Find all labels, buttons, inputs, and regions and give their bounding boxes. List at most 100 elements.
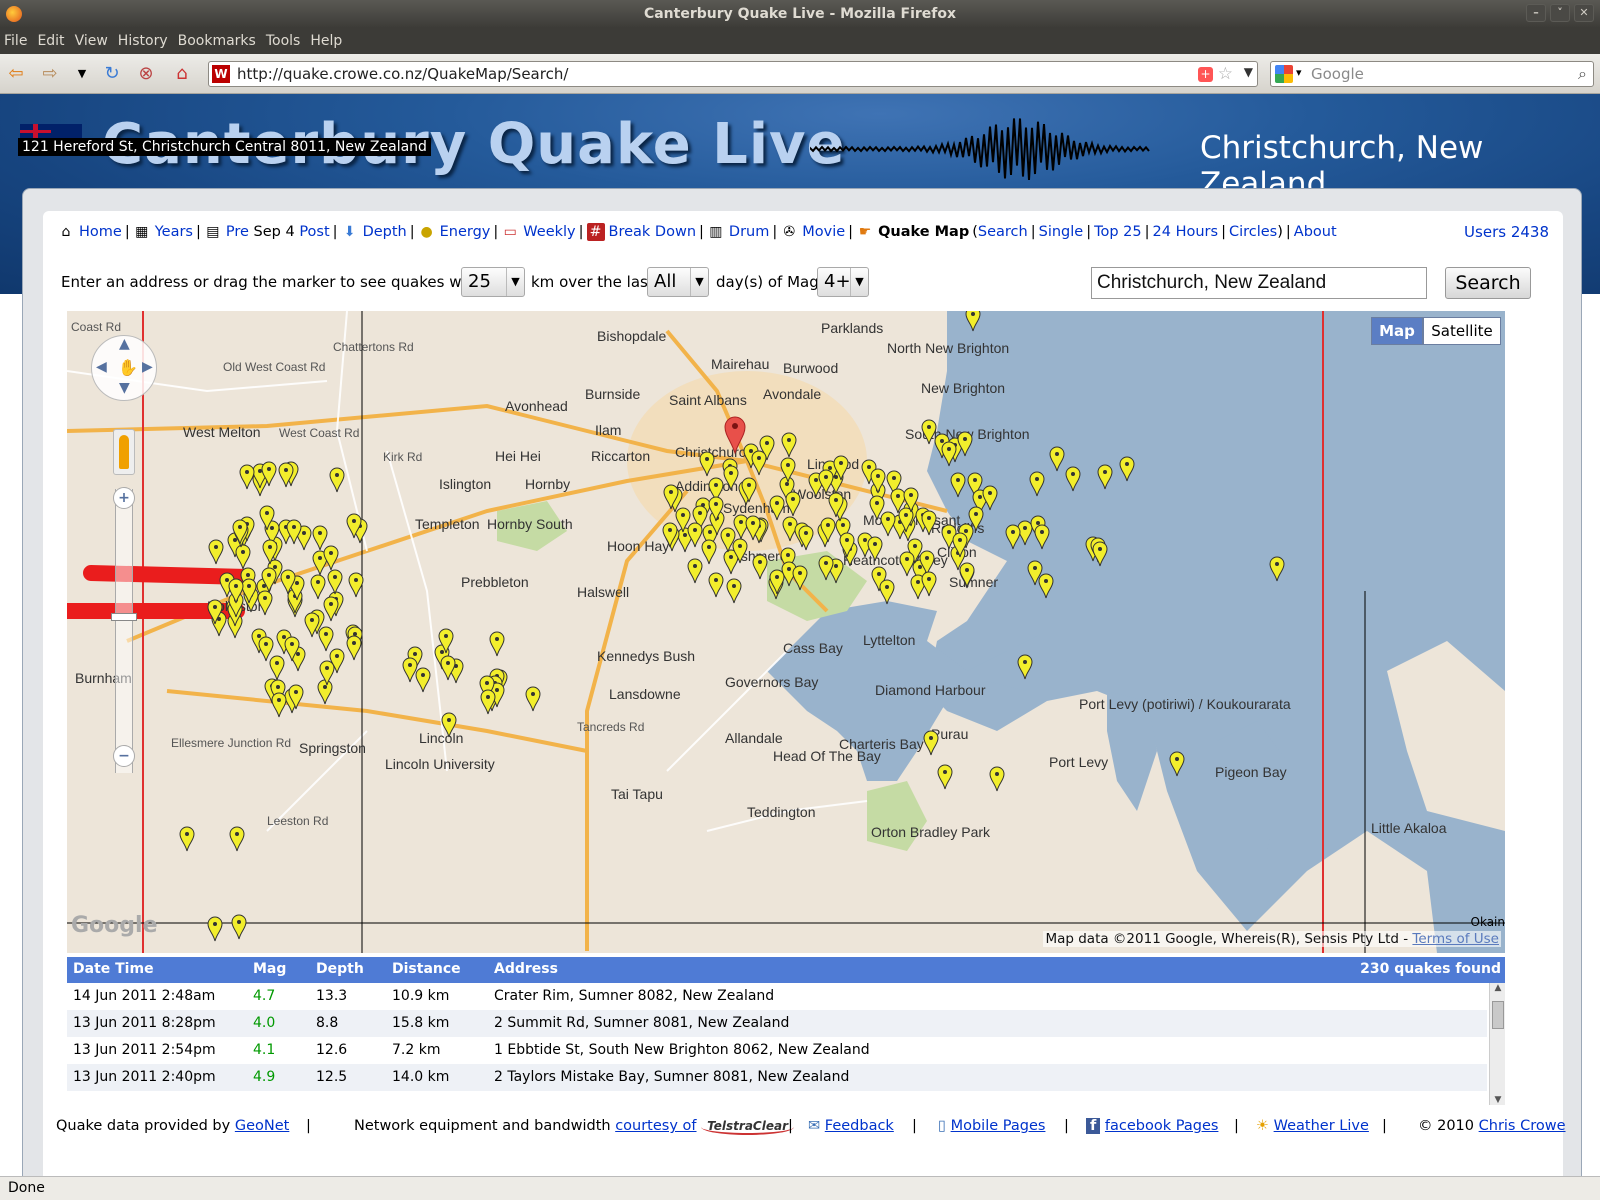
quake-marker[interactable]: [207, 916, 223, 942]
quake-marker[interactable]: [231, 914, 247, 940]
menu-bookmarks[interactable]: Bookmarks: [178, 33, 256, 49]
author-link[interactable]: Chris Crowe: [1479, 1118, 1566, 1134]
col-address[interactable]: Address: [494, 961, 558, 977]
zoom-slider-track[interactable]: [115, 489, 133, 773]
quake-marker[interactable]: [271, 692, 287, 718]
nav-breakdown[interactable]: Break Down: [609, 224, 697, 240]
scroll-thumb[interactable]: [1492, 1001, 1504, 1029]
quake-marker[interactable]: [329, 467, 345, 493]
table-row[interactable]: 14 Jun 2011 2:48am 4.7 13.3 10.9 km Crat…: [67, 983, 1487, 1010]
nav-pre[interactable]: Pre: [226, 224, 249, 240]
weather-live-link[interactable]: Weather Live: [1274, 1118, 1369, 1134]
quake-marker[interactable]: [880, 511, 896, 537]
quake-marker[interactable]: [923, 730, 939, 756]
nav-24hours[interactable]: 24 Hours: [1153, 224, 1219, 240]
col-mag[interactable]: Mag: [253, 961, 286, 977]
forward-icon[interactable]: ⇨: [38, 62, 62, 86]
quake-marker[interactable]: [348, 572, 364, 598]
terms-of-use-link[interactable]: Terms of Use: [1412, 931, 1499, 947]
quake-marker[interactable]: [229, 826, 245, 852]
minimize-button[interactable]: –: [1526, 4, 1546, 22]
nav-depth[interactable]: Depth: [363, 224, 407, 240]
quake-marker[interactable]: [798, 525, 814, 551]
menu-help[interactable]: Help: [310, 33, 342, 49]
quake-marker[interactable]: [346, 635, 362, 661]
search-icon[interactable]: ⌕: [1578, 64, 1587, 84]
quake-marker[interactable]: [489, 631, 505, 657]
stop-icon[interactable]: ⊗: [134, 62, 158, 86]
quake-marker[interactable]: [286, 519, 302, 545]
nav-movie[interactable]: Movie: [802, 224, 845, 240]
courtesy-link[interactable]: courtesy of: [615, 1118, 696, 1134]
quake-marker[interactable]: [258, 636, 274, 662]
quake-marker[interactable]: [937, 764, 953, 790]
nav-home[interactable]: Home: [79, 224, 122, 240]
quake-marker[interactable]: [317, 679, 333, 705]
home-icon[interactable]: ⌂: [170, 62, 194, 86]
map-canvas[interactable]: Bishopdale ParklandsNorth New Brighton Mai…: [67, 311, 1505, 953]
pan-down-icon[interactable]: ▼: [119, 380, 130, 396]
pan-control[interactable]: ▲ ◀ ▶ ▼ ✋: [91, 335, 157, 401]
quake-marker[interactable]: [310, 574, 326, 600]
col-distance[interactable]: Distance: [392, 961, 461, 977]
url-bar[interactable]: W http://quake.crowe.co.nz/QuakeMap/Sear…: [208, 61, 1258, 87]
quake-marker[interactable]: [179, 826, 195, 852]
mobile-pages-link[interactable]: Mobile Pages: [951, 1118, 1046, 1134]
table-scrollbar[interactable]: ▲ ▼: [1489, 983, 1505, 1105]
quake-map[interactable]: Bishopdale Parklands North New Brighton Mai…: [67, 311, 1505, 953]
engine-dropdown-icon[interactable]: ▾: [1296, 66, 1302, 79]
radius-select[interactable]: 25 ▼: [461, 267, 525, 297]
url-dropdown-icon[interactable]: ▼: [1244, 65, 1253, 79]
nav-drum[interactable]: Drum: [729, 224, 769, 240]
quake-marker[interactable]: [525, 686, 541, 712]
zoom-in-button[interactable]: +: [113, 487, 135, 509]
nav-search[interactable]: Search: [978, 224, 1028, 240]
quake-marker[interactable]: [312, 525, 328, 551]
magnitude-select[interactable]: 4+ ▼: [817, 267, 869, 297]
pan-right-icon[interactable]: ▶: [142, 359, 153, 375]
bookmark-star-icon[interactable]: ☆: [1218, 64, 1233, 84]
pan-left-icon[interactable]: ◀: [96, 359, 107, 375]
quake-marker[interactable]: [239, 464, 255, 490]
menu-tools[interactable]: Tools: [266, 33, 301, 49]
quake-marker[interactable]: [726, 578, 742, 604]
geonet-link[interactable]: GeoNet: [235, 1118, 289, 1134]
reload-icon[interactable]: ↻: [100, 62, 124, 86]
pan-up-icon[interactable]: ▲: [119, 336, 130, 352]
back-icon[interactable]: ⇦: [4, 62, 28, 86]
google-engine-icon[interactable]: [1275, 65, 1293, 83]
scroll-down-icon[interactable]: ▼: [1490, 1095, 1506, 1105]
quake-marker[interactable]: [921, 571, 937, 597]
nav-years[interactable]: Years: [155, 224, 193, 240]
quake-marker[interactable]: [269, 655, 285, 681]
facebook-link[interactable]: facebook Pages: [1105, 1118, 1219, 1134]
close-button[interactable]: ✕: [1574, 4, 1594, 22]
quake-marker[interactable]: [402, 657, 418, 683]
quake-marker[interactable]: [701, 539, 717, 565]
quake-marker[interactable]: [208, 539, 224, 565]
menu-edit[interactable]: Edit: [37, 33, 64, 49]
nav-energy[interactable]: Energy: [440, 224, 491, 240]
quake-marker[interactable]: [235, 544, 251, 570]
nav-top25[interactable]: Top 25: [1094, 224, 1142, 240]
quake-marker[interactable]: [318, 626, 334, 652]
days-select[interactable]: All ▼: [647, 267, 709, 297]
nav-about[interactable]: About: [1294, 224, 1337, 240]
nav-circles[interactable]: Circles: [1229, 224, 1277, 240]
nav-post[interactable]: Post: [299, 224, 329, 240]
col-depth[interactable]: Depth: [316, 961, 364, 977]
quake-marker[interactable]: [480, 689, 496, 715]
quake-marker[interactable]: [752, 554, 768, 580]
quake-marker[interactable]: [899, 551, 915, 577]
search-button[interactable]: Search: [1445, 267, 1531, 299]
scroll-up-icon[interactable]: ▲: [1490, 983, 1506, 993]
menu-history[interactable]: History: [118, 33, 168, 49]
feed-icon[interactable]: +: [1198, 67, 1213, 82]
maximize-button[interactable]: ˅: [1550, 4, 1570, 22]
address-input[interactable]: [1091, 267, 1427, 299]
feedback-link[interactable]: Feedback: [825, 1118, 894, 1134]
quake-marker[interactable]: [415, 667, 431, 693]
history-dropdown-icon[interactable]: ▼: [70, 62, 94, 86]
table-body[interactable]: 14 Jun 2011 2:48am 4.7 13.3 10.9 km Crat…: [67, 983, 1487, 1105]
table-row[interactable]: 13 Jun 2011 2:40pm 4.9 12.5 14.0 km 2 Ta…: [67, 1064, 1487, 1091]
